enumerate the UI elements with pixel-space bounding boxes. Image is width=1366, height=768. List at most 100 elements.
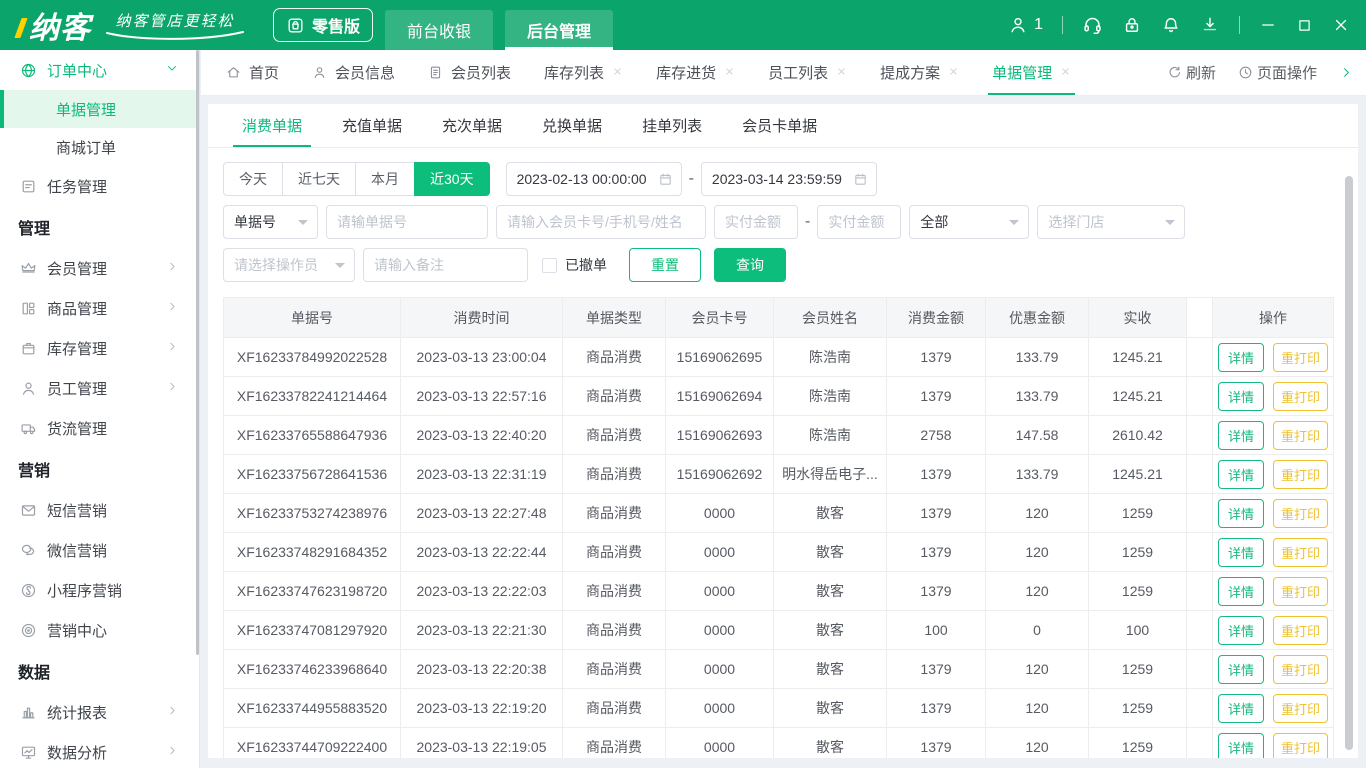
tab-close-icon[interactable]	[1060, 65, 1071, 80]
sidebar-item[interactable]: 会员管理	[0, 248, 199, 288]
quick-range-button[interactable]: 今天	[223, 162, 283, 196]
tab-close-icon[interactable]	[724, 65, 735, 80]
sidebar-item[interactable]: 货流管理	[0, 408, 199, 448]
tab-close-icon[interactable]	[612, 65, 623, 80]
detail-button[interactable]: 详情	[1218, 655, 1264, 684]
detail-button[interactable]: 详情	[1218, 382, 1264, 411]
subtab[interactable]: 兑换单据	[542, 104, 602, 147]
table-row[interactable]: XF162337470812979202023-03-13 22:21:30商品…	[224, 611, 1334, 650]
page-tab[interactable]: 单据管理	[992, 50, 1071, 95]
reprint-button[interactable]: 重打印	[1273, 655, 1328, 684]
reprint-button[interactable]: 重打印	[1273, 616, 1328, 645]
detail-button[interactable]: 详情	[1218, 499, 1264, 528]
reset-button[interactable]: 重置	[629, 248, 701, 282]
sidebar-item[interactable]: 微信营销	[0, 530, 199, 570]
content-scrollbar[interactable]	[1345, 176, 1353, 750]
table-row[interactable]: XF162337462339686402023-03-13 22:20:38商品…	[224, 650, 1334, 689]
header-nav-pos[interactable]: 前台收银	[385, 10, 493, 50]
detail-button[interactable]: 详情	[1218, 616, 1264, 645]
order-no-input[interactable]: 请输单据号	[326, 205, 488, 239]
page-actions-button[interactable]: 页面操作	[1238, 62, 1317, 83]
store-select[interactable]: 选择门店	[1037, 205, 1185, 239]
table-row[interactable]: XF162337655886479362023-03-13 22:40:20商品…	[224, 416, 1334, 455]
sidebar-item[interactable]: 短信营销	[0, 490, 199, 530]
page-tab[interactable]: 员工列表	[768, 50, 847, 95]
tabbar-more-chevron-right-icon[interactable]	[1339, 65, 1354, 80]
refresh-button[interactable]: 刷新	[1167, 62, 1216, 83]
operator-select[interactable]: 请选择操作员	[223, 248, 355, 282]
bell-icon[interactable]	[1161, 15, 1181, 35]
headset-icon[interactable]	[1082, 15, 1103, 36]
table-row[interactable]: XF162337822412144642023-03-13 22:57:16商品…	[224, 377, 1334, 416]
page-tab[interactable]: 首页	[226, 50, 279, 95]
subtab[interactable]: 消费单据	[242, 104, 302, 147]
page-tab[interactable]: 库存进货	[656, 50, 735, 95]
maximize-icon[interactable]	[1296, 17, 1313, 34]
sidebar-item[interactable]: 商品管理	[0, 288, 199, 328]
type-select[interactable]: 全部	[909, 205, 1029, 239]
reprint-button[interactable]: 重打印	[1273, 694, 1328, 723]
sidebar-item[interactable]: 订单中心	[0, 50, 199, 90]
sidebar-subitem[interactable]: 单据管理	[0, 90, 199, 128]
sidebar-item[interactable]: 数据分析	[0, 732, 199, 768]
page-tab[interactable]: 会员信息	[312, 50, 395, 95]
sidebar-item[interactable]: 小程序营销	[0, 570, 199, 610]
sidebar-item[interactable]: 任务管理	[0, 166, 199, 206]
page-tab[interactable]: 库存列表	[544, 50, 623, 95]
detail-button[interactable]: 详情	[1218, 733, 1264, 759]
quick-range-button[interactable]: 近30天	[414, 162, 490, 196]
search-button[interactable]: 查询	[714, 248, 786, 282]
date-from-input[interactable]: 2023-02-13 00:00:00	[506, 162, 682, 196]
reprint-button[interactable]: 重打印	[1273, 733, 1328, 759]
close-icon[interactable]	[1332, 16, 1350, 34]
lock-icon[interactable]	[1122, 15, 1142, 35]
sidebar-item[interactable]: 库存管理	[0, 328, 199, 368]
tab-close-icon[interactable]	[948, 65, 959, 80]
quick-range-button[interactable]: 近七天	[282, 162, 356, 196]
detail-button[interactable]: 详情	[1218, 694, 1264, 723]
download-icon[interactable]	[1200, 15, 1220, 35]
cancelled-checkbox[interactable]	[542, 258, 557, 273]
page-tab[interactable]: 提成方案	[880, 50, 959, 95]
table-row[interactable]: XF162337849920225282023-03-13 23:00:04商品…	[224, 338, 1334, 377]
minimize-icon[interactable]	[1259, 16, 1277, 34]
table-row[interactable]: XF162337447092224002023-03-13 22:19:05商品…	[224, 728, 1334, 759]
table-row[interactable]: XF162337449558835202023-03-13 22:19:20商品…	[224, 689, 1334, 728]
date-to-input[interactable]: 2023-03-14 23:59:59	[701, 162, 877, 196]
remark-input[interactable]: 请输入备注	[363, 248, 528, 282]
subtab[interactable]: 充次单据	[442, 104, 502, 147]
amount-min-input[interactable]: 实付金额	[714, 205, 798, 239]
detail-button[interactable]: 详情	[1218, 577, 1264, 606]
detail-button[interactable]: 详情	[1218, 343, 1264, 372]
page-tab[interactable]: 会员列表	[428, 50, 511, 95]
detail-button[interactable]: 详情	[1218, 460, 1264, 489]
detail-button[interactable]: 详情	[1218, 538, 1264, 567]
sidebar-subitem[interactable]: 商城订单	[0, 128, 199, 166]
reprint-button[interactable]: 重打印	[1273, 538, 1328, 567]
reprint-button[interactable]: 重打印	[1273, 382, 1328, 411]
reprint-button[interactable]: 重打印	[1273, 343, 1328, 372]
member-search-input[interactable]: 请输入会员卡号/手机号/姓名	[496, 205, 706, 239]
sidebar-item[interactable]: 统计报表	[0, 692, 199, 732]
table-row[interactable]: XF162337567286415362023-03-13 22:31:19商品…	[224, 455, 1334, 494]
sidebar-item[interactable]: 营销中心	[0, 610, 199, 650]
reprint-button[interactable]: 重打印	[1273, 499, 1328, 528]
order-field-select[interactable]: 单据号	[223, 205, 318, 239]
logged-in-users[interactable]: 1	[1008, 15, 1043, 35]
subtab[interactable]: 会员卡单据	[742, 104, 817, 147]
sidebar-scrollbar[interactable]	[196, 50, 199, 655]
sidebar-item[interactable]: 员工管理	[0, 368, 199, 408]
tab-close-icon[interactable]	[836, 65, 847, 80]
table-row[interactable]: XF162337476231987202023-03-13 22:22:03商品…	[224, 572, 1334, 611]
header-nav-admin[interactable]: 后台管理	[505, 10, 613, 50]
table-row[interactable]: XF162337482916843522023-03-13 22:22:44商品…	[224, 533, 1334, 572]
amount-max-input[interactable]: 实付金额	[817, 205, 901, 239]
table-row[interactable]: XF162337532742389762023-03-13 22:27:48商品…	[224, 494, 1334, 533]
quick-range-button[interactable]: 本月	[355, 162, 415, 196]
detail-button[interactable]: 详情	[1218, 421, 1264, 450]
subtab[interactable]: 挂单列表	[642, 104, 702, 147]
reprint-button[interactable]: 重打印	[1273, 460, 1328, 489]
reprint-button[interactable]: 重打印	[1273, 577, 1328, 606]
reprint-button[interactable]: 重打印	[1273, 421, 1328, 450]
subtab[interactable]: 充值单据	[342, 104, 402, 147]
